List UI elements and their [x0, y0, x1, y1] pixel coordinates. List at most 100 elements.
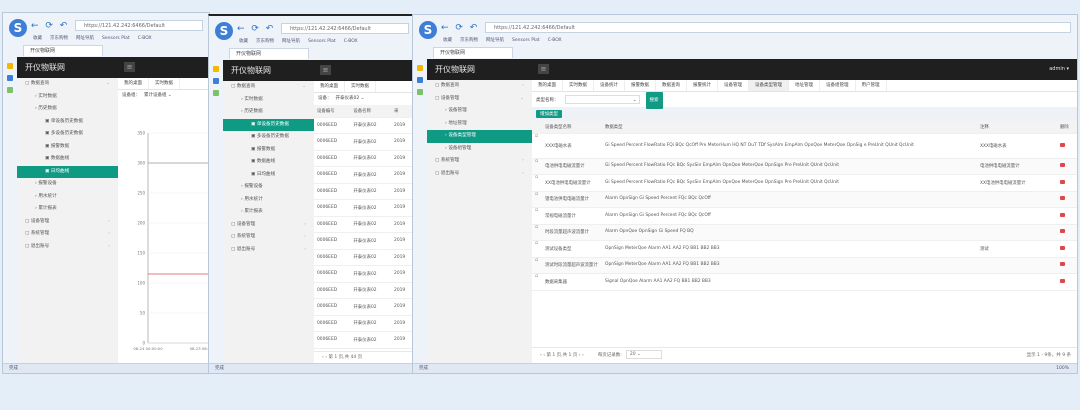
delete-icon[interactable] [1060, 163, 1065, 168]
sidebar-item[interactable]: ▢ 设备管理 › [223, 219, 314, 232]
sidebar-item[interactable]: ▣ 多设备历史数据 [17, 128, 118, 141]
tab[interactable]: 数据查询 [656, 80, 687, 91]
sidebar-item[interactable]: › 报警设备 [223, 181, 314, 194]
tab[interactable]: 实时数据 [149, 78, 180, 89]
column-header[interactable]: 数据类型 [602, 121, 977, 134]
side-panel-icon[interactable] [7, 87, 13, 93]
table-row[interactable]: ▫ 时段流量超声波流量计 Alarm OpnQoe OpnSign Gi Speed… [532, 224, 1077, 241]
row-expander[interactable]: ▫ [532, 158, 542, 175]
sidebar-item[interactable]: ▣ 数据曲线 [223, 156, 314, 169]
delete-icon[interactable] [1060, 262, 1065, 267]
side-panel-icon[interactable] [213, 78, 219, 84]
bookmark-item[interactable]: 京东购物 [256, 39, 274, 44]
delete-icon[interactable] [1060, 229, 1065, 234]
menu-toggle-button[interactable]: ≡ [124, 62, 135, 72]
tab[interactable]: 设备统计 [594, 80, 625, 91]
side-panel-icon[interactable] [7, 75, 13, 81]
tab[interactable]: 设备管理 [718, 80, 749, 91]
tab[interactable]: 实时数据 [345, 81, 376, 92]
browser-tab[interactable]: 开仪物联网 [433, 47, 513, 58]
tab[interactable]: 我的桌面 [118, 78, 149, 89]
table-row[interactable]: 0006EED 开泰仪表02 2019 [314, 249, 415, 266]
table-row[interactable]: ▫ 常规电磁流量计 Alarm OpnSign Gi Speed Percent F… [532, 207, 1077, 225]
table-row[interactable]: 0006EED 开泰仪表02 2019 [314, 199, 415, 217]
side-panel-icon[interactable] [213, 90, 219, 96]
sidebar-item[interactable]: ▢ 系统管理 › [17, 228, 118, 241]
sidebar-item[interactable]: ▢ 系统管理 › [427, 155, 532, 168]
tab[interactable]: 地址管理 [789, 80, 820, 91]
row-expander[interactable]: ▫ [532, 240, 542, 258]
sidebar-item[interactable]: ▢ 设备管理 › [17, 216, 118, 229]
bookmark-item[interactable]: 京东购物 [460, 38, 478, 43]
table-row[interactable]: ▫ XXX电磁水表 Gi Speed Percent FlowRatio FQi B… [532, 133, 1077, 159]
side-panel-icon[interactable] [7, 63, 13, 69]
column-header[interactable]: 注释 [977, 121, 1057, 134]
tab[interactable]: 用户管理 [856, 80, 887, 91]
bookmark-item[interactable]: 京东购物 [50, 36, 68, 41]
table-row[interactable]: ▫ 电池供电电磁流量计 Gi Speed Percent FlowRatio FQc… [532, 158, 1077, 175]
table-row[interactable]: 0006EED 开泰仪表02 2019 [314, 315, 415, 332]
row-expander[interactable]: ▫ [532, 191, 542, 208]
sidebar-item[interactable]: › 地址管理 [427, 118, 532, 131]
row-expander[interactable]: ▫ [532, 224, 542, 241]
sidebar-item[interactable]: › 用水统计 [223, 194, 314, 207]
table-row[interactable]: 0006EED 开泰仪表02 2019 [314, 166, 415, 184]
sidebar-item[interactable]: ▢ 退出账号 › [17, 241, 118, 254]
table-row[interactable]: 0006EED 开泰仪表02 2019 [314, 150, 415, 167]
delete-icon[interactable] [1060, 179, 1065, 184]
bookmark-item[interactable]: C-BOX [138, 36, 152, 41]
back-forward-refresh-icons[interactable]: ← ⟳ ↶ [31, 21, 69, 31]
sidebar-item[interactable]: ▣ 报警数据 [17, 141, 118, 154]
sidebar-item[interactable]: ▢ 数据查询 ⌄ [17, 78, 118, 91]
sidebar-item[interactable]: › 用水统计 [17, 191, 118, 204]
side-panel-icon[interactable] [417, 65, 423, 71]
table-row[interactable]: 0006EED 开泰仪表02 2019 [314, 331, 415, 349]
device-select[interactable]: 开泰仪表02 ⌄ [336, 96, 365, 101]
table-row[interactable]: 0006EED 开泰仪表02 2019 [314, 183, 415, 200]
bookmark-item[interactable]: 收藏 [443, 38, 452, 43]
table-row[interactable]: ▫ 测试时段流量超声波流量计 OpnSign MeterQoe Alarm AA1 … [532, 257, 1077, 274]
bookmark-item[interactable]: Sensors Plat [102, 36, 130, 41]
row-expander[interactable]: ▫ [532, 207, 542, 225]
address-bar[interactable]: https://121.42.242:6466/Default [281, 23, 409, 34]
table-row[interactable]: 0006EED 开泰仪表02 2019 [314, 117, 415, 134]
tab[interactable]: 实时数据 [563, 80, 594, 91]
bookmark-item[interactable]: 网址导航 [76, 36, 94, 41]
bookmark-item[interactable]: 收藏 [239, 39, 248, 44]
sidebar-item[interactable]: ▢ 退出账号 › [223, 244, 314, 257]
table-row[interactable]: 0006EED 开泰仪表02 2019 [314, 282, 415, 299]
tab[interactable]: 报警数据 [625, 80, 656, 91]
tab[interactable]: 设备组管理 [820, 80, 856, 91]
sidebar-item[interactable]: › 历史数据 [17, 103, 118, 116]
table-row[interactable]: 0006EED 开泰仪表02 2019 [314, 265, 415, 283]
bookmark-item[interactable]: 网址导航 [486, 38, 504, 43]
browser-tab[interactable]: 开仪物联网 [229, 48, 309, 59]
sidebar-item[interactable]: ▢ 数据查询 › [427, 80, 532, 93]
add-type-button[interactable]: 增加类型 [536, 110, 562, 118]
bookmark-item[interactable]: C-BOX [548, 38, 562, 43]
menu-toggle-button[interactable]: ≡ [538, 64, 549, 74]
row-expander[interactable]: ▫ [532, 273, 542, 291]
sidebar-item[interactable]: ▢ 退出账号 › [427, 168, 532, 181]
page-nav[interactable]: ‹ ‹ 第 1 页,共 1 页 › › [540, 353, 584, 358]
bookmark-item[interactable]: C-BOX [344, 39, 358, 44]
sidebar-item[interactable]: › 累计报表 [223, 206, 314, 219]
pagination[interactable]: ‹ ‹ 第 1 页,共 44 页 [314, 351, 415, 363]
bookmark-item[interactable]: Sensors Plat [308, 39, 336, 44]
back-forward-refresh-icons[interactable]: ← ⟳ ↶ [237, 24, 275, 34]
side-panel-icon[interactable] [417, 89, 423, 95]
tab[interactable]: 我的桌面 [314, 81, 345, 92]
side-panel-icon[interactable] [213, 66, 219, 72]
sidebar-item[interactable]: ▣ 数据曲线 [17, 153, 118, 166]
table-row[interactable]: ▫ 锂电池供电电磁流量计 Alarm OpnSign Gi Speed Percen… [532, 191, 1077, 208]
sidebar-item[interactable]: ▣ 单设备历史数据 [223, 118, 314, 131]
table-row[interactable]: 0006EED 开泰仪表02 2019 [314, 133, 415, 151]
per-page-select[interactable]: 20 ⌄ [625, 350, 662, 359]
bookmark-item[interactable]: 网址导航 [282, 39, 300, 44]
address-bar[interactable]: https://121.42.242:6466/Default [75, 20, 203, 31]
sidebar-item[interactable]: ▣ 单设备历史数据 [17, 116, 118, 129]
sidebar-item[interactable]: ▢ 数据查询 ⌄ [223, 81, 314, 94]
sidebar-item[interactable]: › 报警设备 [17, 178, 118, 191]
tab[interactable]: 我的桌面 [532, 80, 563, 91]
sidebar-item[interactable]: › 累计报表 [17, 203, 118, 216]
